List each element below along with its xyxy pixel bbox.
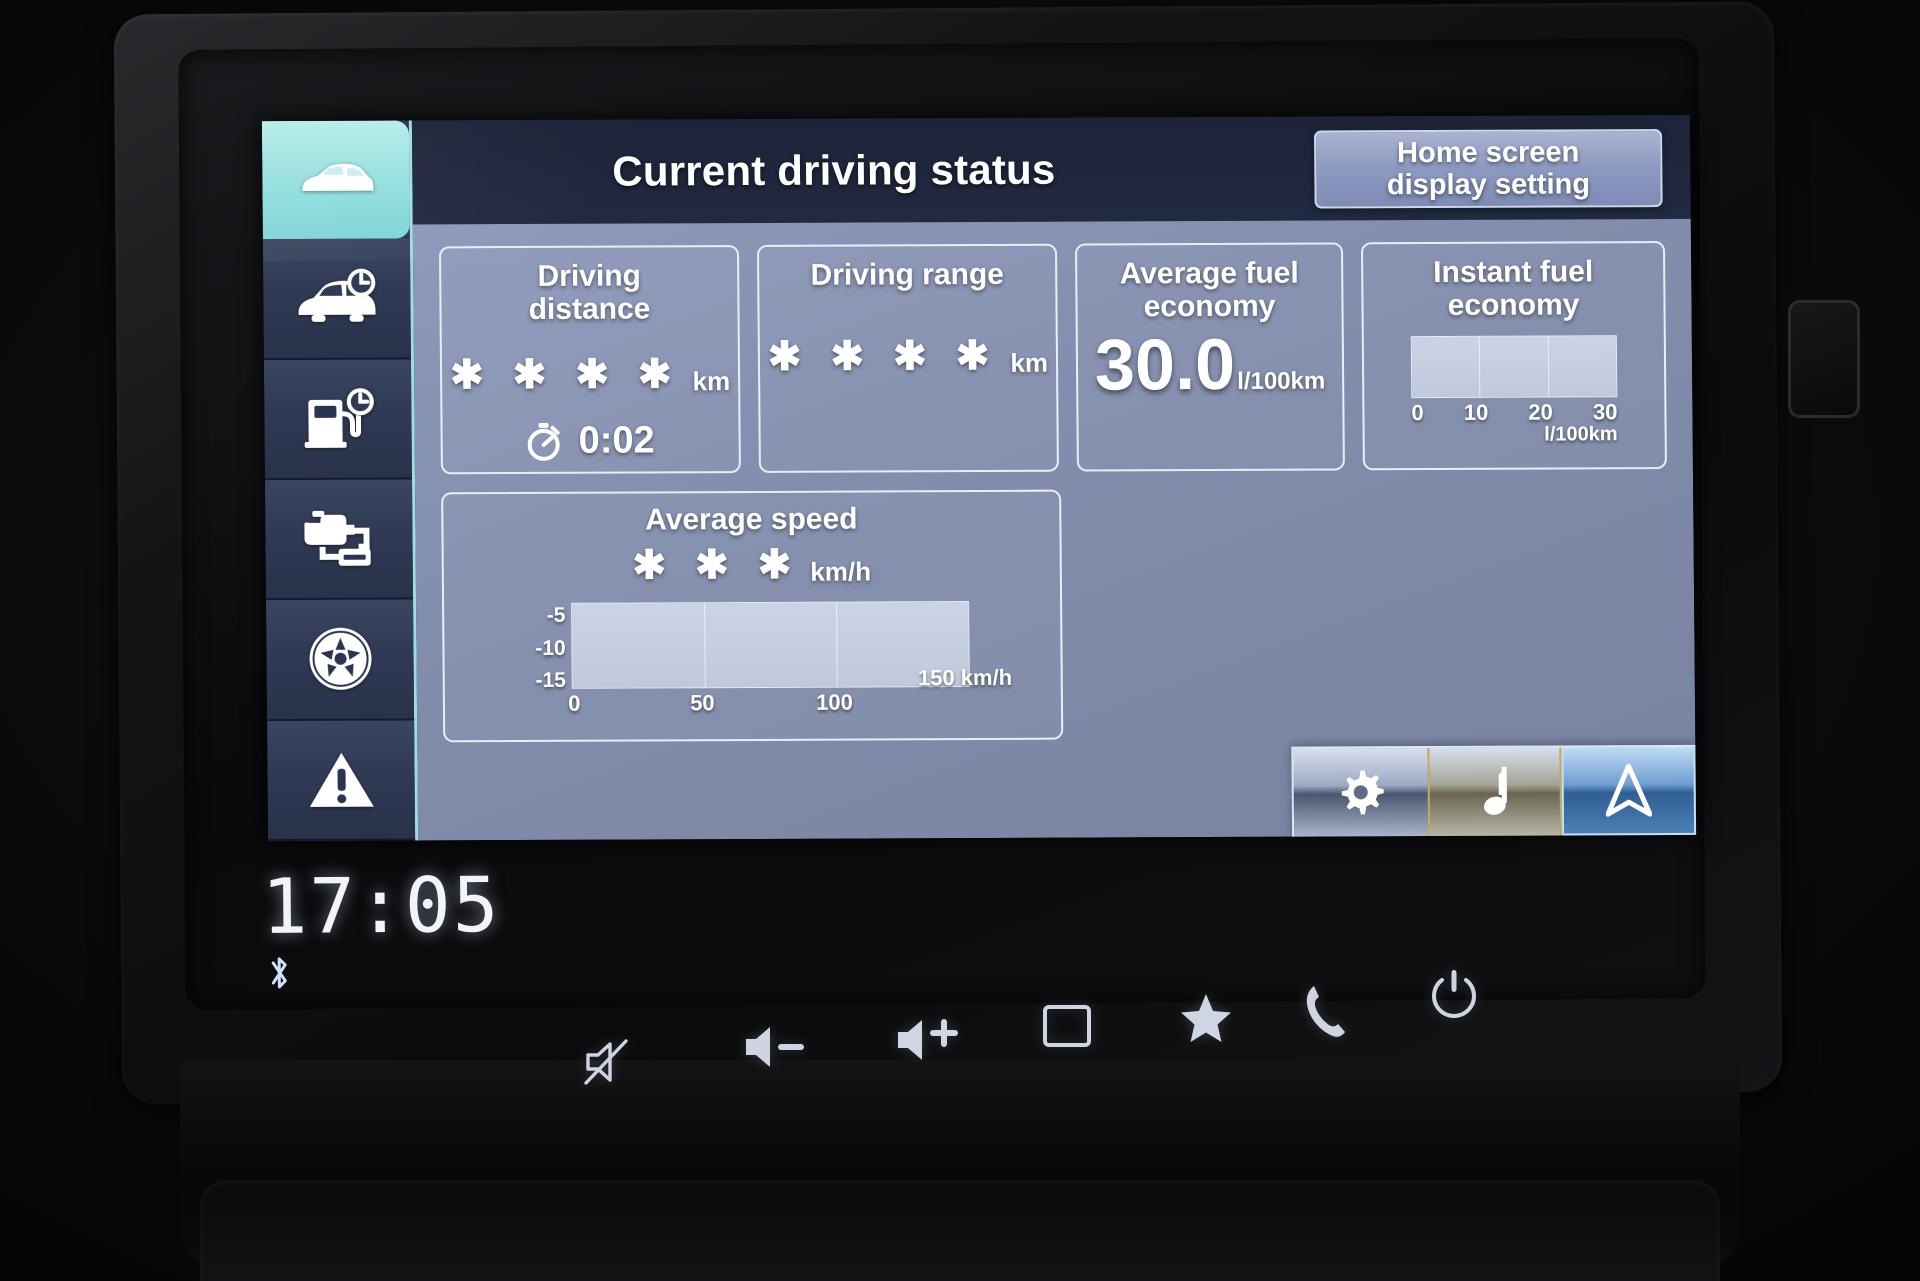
card-average-speed[interactable]: Average speed ✱ ✱ ✱ km/h -5 -10 -15 0 50… bbox=[441, 489, 1064, 743]
driving-distance-value: ✱ ✱ ✱ ✱ bbox=[449, 352, 681, 398]
driving-status-panel: Driving distance ✱ ✱ ✱ ✱ km 0:02 Driving… bbox=[412, 218, 1697, 841]
hardware-button-home[interactable] bbox=[1040, 1002, 1094, 1050]
gauge-segment bbox=[1480, 336, 1549, 397]
inst-tick-1: 10 bbox=[1463, 399, 1489, 425]
quick-button-settings[interactable] bbox=[1293, 748, 1429, 837]
spd-xtick-1: 50 bbox=[690, 690, 715, 716]
driving-range-value: ✱ ✱ ✱ ✱ bbox=[767, 333, 999, 379]
driving-distance-title-line2: distance bbox=[528, 292, 651, 326]
card-driving-range-title: Driving range bbox=[810, 257, 1005, 292]
average-speed-y-axis: -5 -10 -15 bbox=[535, 603, 572, 692]
inst-tick-2: 20 bbox=[1528, 399, 1553, 425]
music-note-icon bbox=[1484, 766, 1507, 815]
card-instant-fuel-economy-title: Instant fuel economy bbox=[1433, 255, 1594, 322]
card-average-fuel-economy-title: Average fuel economy bbox=[1120, 257, 1300, 324]
phone-icon bbox=[1306, 986, 1345, 1037]
gauge-segment bbox=[1411, 336, 1481, 398]
driving-distance-timer: 0:02 bbox=[578, 419, 655, 462]
car-clock-icon bbox=[298, 269, 376, 323]
sidebar-item-fuel-consumption[interactable] bbox=[263, 359, 412, 481]
clock: 17:05 bbox=[261, 859, 501, 952]
warning-triangle-icon bbox=[309, 752, 374, 807]
instant-fuel-economy-ticks: 0 10 20 30 bbox=[1411, 399, 1617, 426]
navigation-arrow-icon bbox=[1605, 764, 1652, 817]
spd-ytick-1: -10 bbox=[535, 636, 566, 660]
average-speed-unit: km/h bbox=[810, 556, 872, 587]
quick-button-navigation[interactable] bbox=[1561, 746, 1697, 836]
inst-tick-3: 30 bbox=[1592, 399, 1618, 425]
sidebar-item-vehicle-systems[interactable] bbox=[264, 479, 414, 601]
instant-fuel-economy-gauge: 0 10 20 30 l/100km bbox=[1410, 335, 1618, 447]
average-speed-value: ✱ ✱ ✱ bbox=[632, 542, 801, 588]
speed-segment bbox=[572, 603, 706, 688]
average-fuel-economy-value: 30.0 bbox=[1094, 324, 1236, 406]
hardware-button-favorite[interactable] bbox=[1178, 992, 1234, 1046]
spd-ytick-0: -5 bbox=[546, 603, 566, 627]
card-driving-range[interactable]: Driving range ✱ ✱ ✱ ✱ km bbox=[756, 243, 1059, 473]
card-instant-fuel-economy[interactable]: Instant fuel economy 0 10 20 30 l/100km bbox=[1360, 241, 1667, 471]
average-speed-chart: -5 -10 -15 0 50 100 150 km/h bbox=[535, 601, 1012, 719]
sidebar-item-driving-status[interactable] bbox=[262, 238, 411, 360]
console-lower-trim bbox=[200, 1180, 1720, 1281]
power-icon bbox=[1432, 970, 1476, 1018]
home-setting-line1: Home screen bbox=[1396, 135, 1580, 169]
gauge-segment bbox=[1548, 336, 1616, 396]
card-driving-distance-title: Driving distance bbox=[528, 259, 651, 326]
inst-fuel-title-line1: Instant fuel bbox=[1433, 255, 1594, 290]
sidebar-item-warnings[interactable] bbox=[267, 720, 416, 842]
gear-icon bbox=[1341, 770, 1384, 815]
quick-launch-bar bbox=[1291, 744, 1697, 839]
average-fuel-economy-unit: l/100km bbox=[1237, 367, 1326, 395]
driving-distance-unit: km bbox=[692, 366, 731, 397]
spd-xtick-2: 100 bbox=[816, 689, 853, 715]
bezel-side-button[interactable] bbox=[1788, 300, 1860, 418]
hardware-button-row bbox=[0, 970, 1920, 1120]
inst-tick-0: 0 bbox=[1411, 400, 1424, 426]
fuel-pump-clock-icon bbox=[304, 387, 374, 448]
car-icon bbox=[301, 163, 373, 192]
avg-fuel-title-line2: economy bbox=[1143, 289, 1276, 324]
infotainment-display: Current driving status Home screen displ… bbox=[261, 114, 1697, 842]
card-driving-distance[interactable]: Driving distance ✱ ✱ ✱ ✱ km 0:02 bbox=[438, 245, 741, 475]
instant-fuel-economy-unit: l/100km bbox=[1544, 423, 1618, 446]
stat-cards-row: Driving distance ✱ ✱ ✱ ✱ km 0:02 Driving… bbox=[438, 241, 1667, 475]
wheel-icon bbox=[309, 628, 372, 691]
head-unit: Current driving status Home screen displ… bbox=[0, 0, 1920, 1281]
volume-down-icon bbox=[746, 1027, 804, 1067]
home-square-icon bbox=[1043, 1005, 1091, 1047]
speed-segment bbox=[704, 602, 838, 688]
average-speed-x-axis: 0 50 100 150 km/h bbox=[568, 665, 1012, 719]
avg-fuel-title-line1: Average fuel bbox=[1119, 256, 1299, 291]
home-screen-display-setting-button[interactable]: Home screen display setting bbox=[1313, 129, 1663, 209]
sidebar-item-tire-pressure[interactable] bbox=[266, 599, 415, 721]
sidebar-item-vehicle[interactable] bbox=[261, 120, 410, 240]
hardware-button-volume-down[interactable] bbox=[740, 1020, 814, 1074]
inst-fuel-title-line2: economy bbox=[1447, 288, 1580, 322]
driving-range-unit: km bbox=[1010, 347, 1049, 378]
mute-icon bbox=[584, 1039, 628, 1085]
instant-fuel-economy-bar bbox=[1410, 335, 1618, 399]
hardware-button-power[interactable] bbox=[1428, 968, 1480, 1024]
hardware-button-phone[interactable] bbox=[1300, 982, 1352, 1040]
quick-button-media[interactable] bbox=[1427, 747, 1563, 837]
engine-diagram-icon bbox=[303, 511, 371, 566]
hardware-button-volume-up[interactable] bbox=[892, 1010, 970, 1068]
screen-content: Current driving status Home screen displ… bbox=[411, 114, 1697, 841]
card-average-speed-title: Average speed bbox=[645, 502, 858, 537]
title-bar: Current driving status Home screen displ… bbox=[411, 114, 1691, 225]
spd-ytick-2: -15 bbox=[535, 668, 567, 692]
spd-xtick-0: 0 bbox=[568, 690, 581, 716]
card-average-fuel-economy[interactable]: Average fuel economy 30.0 l/100km bbox=[1074, 242, 1345, 472]
home-setting-line2: display setting bbox=[1386, 168, 1591, 202]
hardware-button-mute[interactable] bbox=[580, 1035, 634, 1089]
spd-xtick-3: 150 km/h bbox=[917, 664, 1013, 691]
average-speed-bar bbox=[571, 601, 970, 689]
star-icon bbox=[1181, 994, 1231, 1042]
volume-up-icon bbox=[898, 1019, 958, 1060]
page-title: Current driving status bbox=[612, 145, 1056, 195]
stopwatch-icon bbox=[527, 422, 560, 461]
driving-distance-title-line1: Driving bbox=[537, 259, 642, 293]
sidebar bbox=[261, 120, 419, 842]
